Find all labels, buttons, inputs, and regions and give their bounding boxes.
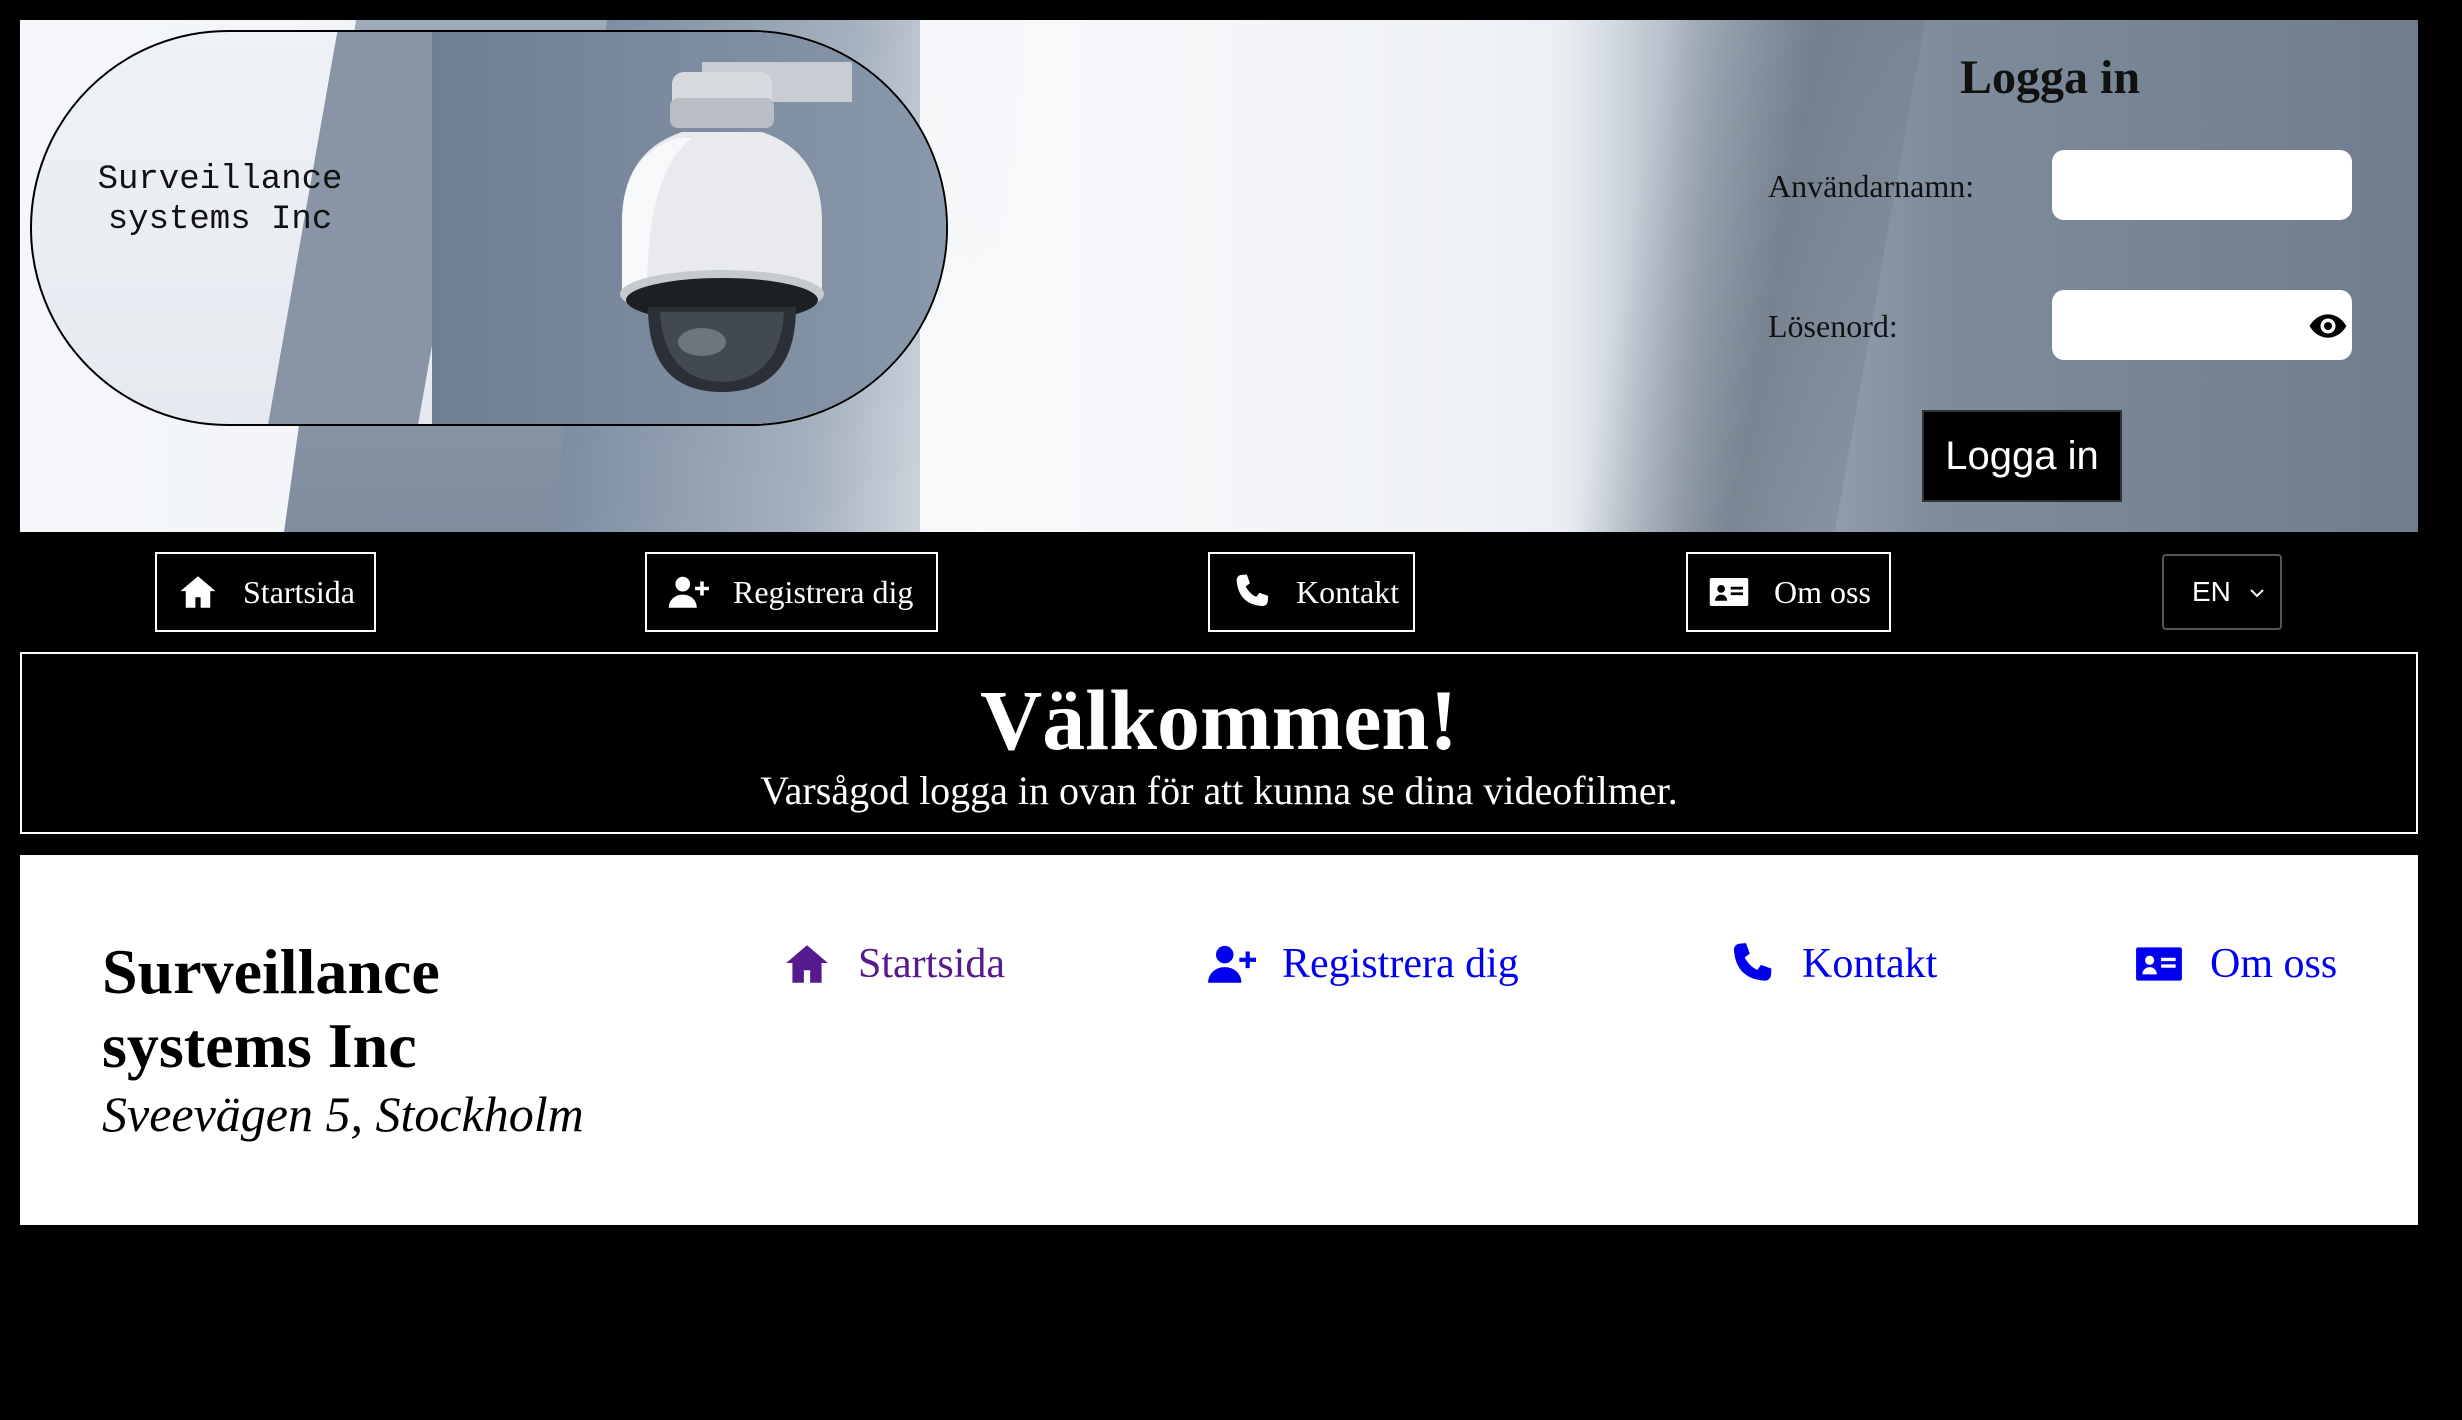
language-select[interactable]: EN [2162, 554, 2282, 630]
phone-icon [1733, 943, 1772, 981]
footer-link-label: Registrera dig [1282, 941, 1519, 987]
home-icon [180, 576, 216, 608]
footer-link-label: Kontakt [1802, 941, 1938, 987]
password-label: Lösenord: [1768, 308, 1898, 344]
footer-link-kontakt[interactable]: Kontakt [1726, 939, 1937, 989]
user-plus-icon [1208, 945, 1256, 983]
nav-item-kontakt[interactable]: Kontakt [1208, 552, 1415, 632]
welcome-subtitle: Varsågod logga in ovan för att kunna se … [760, 768, 1678, 813]
footer-link-startsida[interactable]: Startsida [782, 939, 1005, 989]
security-camera-icon [620, 62, 852, 392]
footer-link-label: Startsida [858, 941, 1005, 987]
header-banner: Surveillance systems Inc Logga in Använd… [20, 20, 2418, 532]
welcome-banner: Välkommen! Varsågod logga in ovan för at… [20, 652, 2418, 834]
welcome-title: Välkommen! [980, 672, 1458, 768]
footer-company-name: Surveillance systems Inc [102, 936, 440, 1081]
id-card-icon [1709, 578, 1749, 606]
password-input[interactable] [2052, 290, 2352, 360]
nav-item-om-oss[interactable]: Om oss [1686, 552, 1891, 632]
footer-link-registrera[interactable]: Registrera dig [1206, 939, 1519, 989]
footer-address: Sveevägen 5, Stockholm [102, 1086, 584, 1142]
footer: Surveillance systems Inc Sveevägen 5, St… [20, 855, 2418, 1225]
user-plus-icon [668, 576, 709, 608]
login-title: Logga in [1959, 51, 2141, 104]
login-button[interactable]: Logga in [1922, 410, 2122, 502]
nav-item-startsida[interactable]: Startsida [155, 552, 376, 632]
nav-item-label: Kontakt [1296, 573, 1400, 610]
nav-item-registrera[interactable]: Registrera dig [645, 552, 938, 632]
username-label: Användarnamn: [1768, 168, 1975, 204]
language-select-value: EN [2192, 576, 2231, 607]
nav-item-label: Registrera dig [733, 573, 914, 610]
username-input[interactable] [2052, 150, 2352, 220]
nav-item-label: Startsida [243, 573, 355, 610]
logo-text: Surveillance systems Inc [97, 161, 343, 239]
logo[interactable]: Surveillance systems Inc [30, 30, 948, 426]
phone-icon [1236, 574, 1269, 607]
eye-icon[interactable] [2308, 306, 2348, 346]
footer-link-label: Om oss [2210, 941, 2338, 987]
footer-link-om-oss[interactable]: Om oss [2134, 939, 2337, 989]
nav-item-label: Om oss [1774, 573, 1871, 610]
home-icon [786, 945, 828, 983]
chevron-down-icon [2250, 589, 2264, 598]
id-card-icon [2136, 947, 2182, 981]
banner-background-light [920, 20, 1640, 532]
